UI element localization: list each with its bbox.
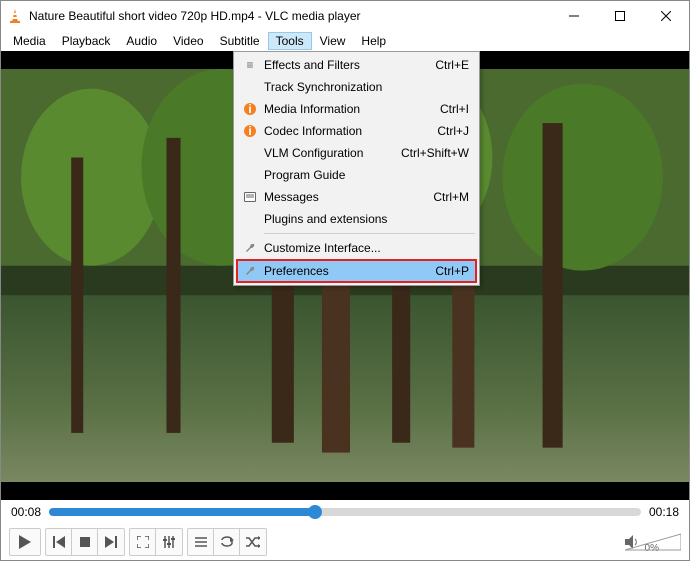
menu-item-media-info[interactable]: i Media Information Ctrl+I — [236, 98, 477, 120]
view-group — [129, 528, 183, 556]
menu-audio[interactable]: Audio — [118, 32, 165, 50]
previous-button[interactable] — [46, 529, 72, 555]
maximize-button[interactable] — [597, 1, 643, 31]
menubar: Media Playback Audio Video Subtitle Tool… — [1, 31, 689, 51]
wrench-icon — [240, 265, 260, 277]
next-button[interactable] — [98, 529, 124, 555]
stop-button[interactable] — [72, 529, 98, 555]
minimize-button[interactable] — [551, 1, 597, 31]
loop-button[interactable] — [214, 529, 240, 555]
volume-area: 0% — [625, 533, 681, 551]
fullscreen-button[interactable] — [130, 529, 156, 555]
menu-item-effects-filters[interactable]: ≡ Effects and Filters Ctrl+E — [236, 54, 477, 76]
menu-item-preferences[interactable]: Preferences Ctrl+P — [236, 259, 477, 283]
menu-subtitle[interactable]: Subtitle — [212, 32, 268, 50]
messages-icon — [240, 192, 260, 202]
progress-row: 00:08 00:18 — [1, 500, 689, 524]
seek-slider[interactable] — [49, 508, 641, 516]
menu-item-vlm-config[interactable]: VLM Configuration Ctrl+Shift+W — [236, 142, 477, 164]
playlist-button[interactable] — [188, 529, 214, 555]
play-button[interactable] — [9, 528, 41, 556]
menu-video[interactable]: Video — [165, 32, 211, 50]
menu-playback[interactable]: Playback — [54, 32, 119, 50]
wrench-icon — [240, 242, 260, 254]
menu-item-customize-interface[interactable]: Customize Interface... — [236, 237, 477, 259]
svg-text:i: i — [248, 102, 251, 116]
seek-knob[interactable] — [308, 505, 322, 519]
vlc-cone-icon — [7, 8, 23, 24]
menu-item-messages[interactable]: Messages Ctrl+M — [236, 186, 477, 208]
volume-slider[interactable] — [625, 533, 681, 551]
menu-item-codec-info[interactable]: i Codec Information Ctrl+J — [236, 120, 477, 142]
menu-tools[interactable]: Tools — [268, 32, 312, 50]
extended-settings-button[interactable] — [156, 529, 182, 555]
menu-separator — [264, 233, 475, 234]
info-icon: i — [240, 124, 260, 138]
svg-text:i: i — [248, 124, 251, 138]
menu-media[interactable]: Media — [5, 32, 54, 50]
current-time[interactable]: 00:08 — [11, 505, 41, 519]
close-button[interactable] — [643, 1, 689, 31]
sliders-icon: ≡ — [240, 58, 260, 72]
info-icon: i — [240, 102, 260, 116]
shuffle-button[interactable] — [240, 529, 266, 555]
menu-help[interactable]: Help — [353, 32, 394, 50]
window-title: Nature Beautiful short video 720p HD.mp4… — [29, 9, 551, 23]
menu-view[interactable]: View — [312, 32, 354, 50]
playlist-group — [187, 528, 267, 556]
tools-dropdown: ≡ Effects and Filters Ctrl+E Track Synch… — [233, 51, 480, 286]
menu-item-track-sync[interactable]: Track Synchronization — [236, 76, 477, 98]
menu-item-plugins[interactable]: Plugins and extensions — [236, 208, 477, 230]
total-time[interactable]: 00:18 — [649, 505, 679, 519]
menu-item-program-guide[interactable]: Program Guide — [236, 164, 477, 186]
seek-fill — [49, 508, 315, 516]
window-controls — [551, 1, 689, 31]
titlebar: Nature Beautiful short video 720p HD.mp4… — [1, 1, 689, 31]
video-area[interactable]: ≡ Effects and Filters Ctrl+E Track Synch… — [1, 51, 689, 500]
controls-row: 0% — [1, 524, 689, 560]
skip-group — [45, 528, 125, 556]
